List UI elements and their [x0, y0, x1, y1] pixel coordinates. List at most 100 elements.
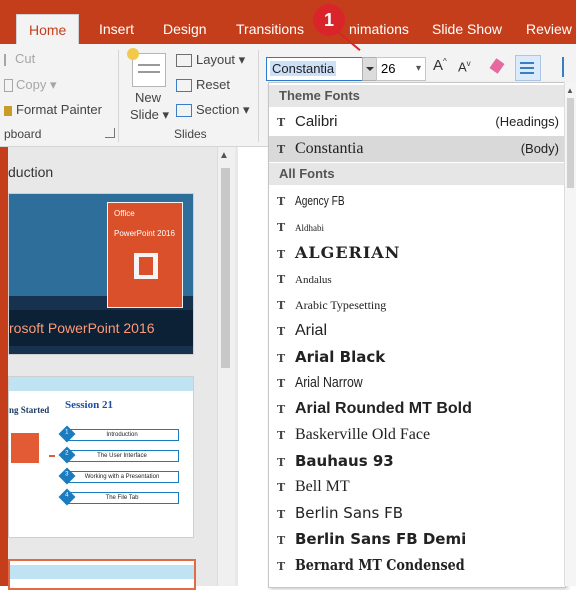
clear-formatting-icon[interactable]: [489, 57, 505, 75]
slide2-item: Working with a Presentation: [65, 471, 179, 483]
layout-button[interactable]: Layout ▾: [176, 52, 245, 68]
font-item-algerian[interactable]: T ALGERIAN: [269, 240, 565, 266]
truetype-icon: T: [277, 534, 286, 547]
new-slide-label-2: Slide: [130, 107, 159, 122]
slide-caption: rosoft PowerPoint 2016: [9, 310, 193, 346]
powerpoint-box-image: Office PowerPoint 2016: [107, 202, 183, 308]
slides-group-label: Slides: [174, 127, 207, 141]
tab-transitions[interactable]: Transitions: [236, 14, 304, 44]
cut-button[interactable]: Cut: [4, 51, 35, 66]
tab-design[interactable]: Design: [163, 14, 207, 44]
font-role-tag: (Body): [520, 141, 559, 156]
slide2-number: 2: [65, 450, 69, 457]
truetype-icon: T: [277, 429, 286, 442]
paintbrush-icon: [4, 105, 12, 116]
font-name: Andalus: [295, 274, 332, 286]
font-name: Arial Narrow: [295, 374, 363, 391]
font-size-input[interactable]: 26 ▾: [376, 57, 426, 81]
font-name: Baskerville Old Face: [295, 426, 431, 443]
scrollbar-thumb[interactable]: [221, 168, 230, 368]
font-item-agency-fb[interactable]: T Agency FB: [269, 188, 565, 214]
font-item-arial-black[interactable]: T Arial Black: [269, 344, 565, 370]
wave-banner: [10, 565, 194, 579]
reset-icon: [176, 79, 192, 93]
font-item-calibri[interactable]: T Calibri (Headings): [269, 109, 565, 135]
step-callout-badge: 1: [313, 4, 345, 36]
font-name: Arabic Typesetting: [295, 298, 387, 312]
powerpoint-icon: [134, 253, 158, 279]
copy-button[interactable]: Copy ▾: [4, 77, 57, 93]
font-item-bell-mt[interactable]: T Bell MT: [269, 474, 565, 500]
truetype-icon: T: [277, 377, 286, 390]
font-name: ALGERIAN: [295, 243, 401, 262]
font-item-baskerville-old-face[interactable]: T Baskerville Old Face: [269, 422, 565, 448]
shrink-font-icon[interactable]: Av: [458, 59, 471, 74]
font-item-arabic-typesetting[interactable]: T Arabic Typesetting: [269, 292, 565, 318]
new-slide-icon[interactable]: [127, 48, 166, 87]
truetype-icon: T: [277, 403, 286, 416]
font-name-input[interactable]: Constantia: [266, 57, 365, 81]
font-name: Bauhaus 93: [295, 452, 394, 470]
font-item-arial[interactable]: T Arial: [269, 318, 565, 344]
font-item-berlin-sans-fb[interactable]: T Berlin Sans FB: [269, 500, 565, 526]
slide-thumbnail-3[interactable]: [8, 559, 196, 590]
new-slide-dropdown[interactable]: Slide ▾: [130, 107, 169, 123]
reset-button[interactable]: Reset: [176, 77, 230, 93]
truetype-icon: T: [277, 481, 286, 494]
slide2-item: The File Tab: [65, 492, 179, 504]
bullets-icon[interactable]: [515, 55, 541, 81]
all-fonts-header: All Fonts: [269, 163, 565, 185]
slide2-number: 4: [65, 492, 69, 499]
font-item-bernard-mt-condensed[interactable]: T Bernard MT Condensed: [269, 552, 565, 578]
tab-insert[interactable]: Insert: [99, 14, 134, 44]
slide-thumbnail-1[interactable]: Office PowerPoint 2016 rosoft PowerPoint…: [8, 193, 194, 355]
section-icon: [176, 104, 192, 118]
font-name-value: Constantia: [270, 61, 337, 76]
font-item-berlin-sans-fb-demi[interactable]: T Berlin Sans FB Demi: [269, 526, 565, 552]
group-separator-2: [258, 50, 259, 142]
font-item-bauhaus-93[interactable]: T Bauhaus 93: [269, 448, 565, 474]
panel-edge: [0, 147, 8, 586]
font-item-andalus[interactable]: T Andalus: [269, 266, 565, 292]
format-painter-button[interactable]: Format Painter: [4, 102, 102, 117]
dropdown-scrollbar[interactable]: ▲: [564, 82, 576, 586]
font-name: Agency FB: [295, 193, 345, 208]
grow-font-icon[interactable]: A^: [433, 57, 447, 74]
group-separator: [118, 50, 119, 142]
font-item-constantia[interactable]: T Constantia (Body): [269, 136, 565, 162]
truetype-icon: T: [277, 143, 286, 156]
layout-label: Layout: [196, 52, 236, 67]
section-label: Section: [196, 102, 240, 117]
scissors-icon: [4, 53, 12, 66]
scroll-up-icon[interactable]: ▲: [219, 150, 229, 161]
star-icon: [127, 48, 139, 60]
scroll-up-icon[interactable]: ▲: [566, 86, 574, 95]
tab-animations[interactable]: nimations: [349, 14, 409, 44]
font-name: Arial Black: [295, 348, 386, 366]
dialog-launcher-icon[interactable]: [105, 128, 115, 138]
font-item-arial-rounded-mt-bold[interactable]: T Arial Rounded MT Bold: [269, 396, 565, 422]
slide2-session-title: Session 21: [65, 399, 113, 411]
scrollbar-thumb[interactable]: [567, 98, 574, 188]
ribbon-tab-bar: Home Insert Design Transitions nimations…: [0, 0, 576, 45]
truetype-icon: T: [277, 195, 286, 208]
section-button[interactable]: Section ▾: [176, 102, 250, 118]
truetype-icon: T: [277, 116, 286, 129]
font-item-arial-narrow[interactable]: T Arial Narrow: [269, 370, 565, 396]
font-item-aldhabi[interactable]: T Aldhabi: [269, 214, 565, 240]
font-name: Arial: [295, 322, 328, 339]
format-painter-label: Format Painter: [16, 102, 102, 117]
tab-review[interactable]: Review: [526, 14, 572, 44]
section-title[interactable]: duction: [8, 164, 53, 180]
slide-thumbnail-2[interactable]: ng Started Session 21 Introduction The U…: [8, 376, 194, 538]
font-name: Calibri: [295, 113, 338, 130]
tab-slide-show[interactable]: Slide Show: [432, 14, 502, 44]
new-slide-label[interactable]: New: [135, 90, 161, 105]
office-logo-text: Office: [114, 209, 135, 218]
truetype-icon: T: [277, 352, 286, 365]
truetype-icon: T: [277, 325, 286, 338]
tab-home[interactable]: Home: [16, 14, 80, 45]
numbering-icon[interactable]: [562, 57, 574, 77]
reset-label: Reset: [196, 77, 230, 92]
slide2-number: 3: [65, 471, 69, 478]
